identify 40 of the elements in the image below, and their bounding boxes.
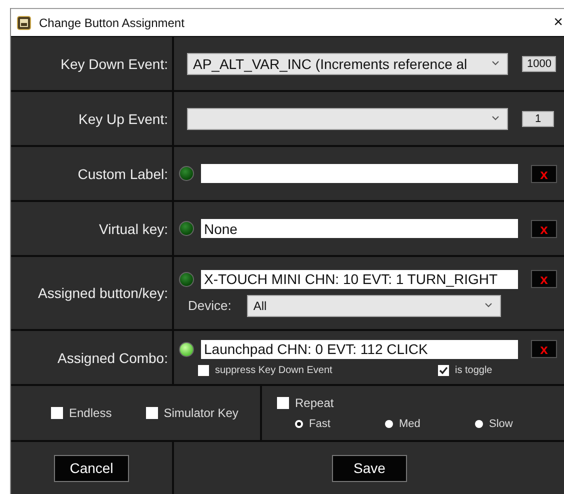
window-title: Change Button Assignment: [39, 16, 186, 30]
input-field[interactable]: [201, 164, 518, 183]
speed-label[interactable]: Med: [399, 418, 420, 430]
row-label: Key Up Event:: [78, 110, 168, 126]
repeat-checkbox[interactable]: Repeat: [277, 396, 564, 410]
save-button[interactable]: Save: [332, 454, 407, 482]
speed-radio[interactable]: [475, 420, 483, 428]
speed-label[interactable]: Slow: [489, 418, 513, 430]
row-label: Assigned button/key:: [38, 285, 168, 301]
cancel-button[interactable]: Cancel: [54, 454, 129, 482]
option-checkbox[interactable]: suppress Key Down Event: [198, 364, 438, 376]
option-checkbox[interactable]: is toggle: [438, 364, 564, 376]
device-dropdown[interactable]: All: [247, 294, 502, 316]
flag-checkbox[interactable]: Simulator Key: [146, 406, 238, 420]
app-icon: [17, 16, 31, 30]
row-label: Key Down Event:: [60, 56, 168, 72]
number-field[interactable]: 1: [522, 110, 554, 126]
speed-radio[interactable]: [385, 420, 393, 428]
input-field[interactable]: X-TOUCH MINI CHN: 10 EVT: 1 TURN_RIGHT: [201, 270, 518, 288]
row-label: Custom Label:: [78, 166, 168, 182]
number-field[interactable]: 1000: [522, 56, 556, 72]
check-icon: [438, 364, 449, 376]
device-label: Device:: [188, 298, 232, 313]
event-dropdown[interactable]: [187, 108, 508, 130]
clear-button[interactable]: x: [531, 220, 557, 238]
flag-checkbox[interactable]: Endless: [51, 406, 112, 420]
caret-icon: [492, 61, 499, 66]
speed-label[interactable]: Fast: [309, 418, 330, 430]
caret-icon: [492, 116, 499, 121]
speed-radio[interactable]: [295, 420, 303, 428]
clear-button[interactable]: x: [531, 340, 557, 358]
caret-icon: [485, 303, 492, 308]
clear-button[interactable]: x: [531, 270, 557, 288]
row-label: Virtual key:: [99, 220, 168, 236]
row-label: Assigned Combo:: [57, 350, 168, 366]
close-button[interactable]: ×: [552, 14, 564, 32]
event-dropdown[interactable]: AP_ALT_VAR_INC (Increments reference al: [187, 52, 508, 74]
input-field[interactable]: None: [201, 219, 518, 238]
input-field[interactable]: Launchpad CHN: 0 EVT: 112 CLICK: [201, 340, 518, 358]
clear-button[interactable]: x: [531, 164, 557, 182]
